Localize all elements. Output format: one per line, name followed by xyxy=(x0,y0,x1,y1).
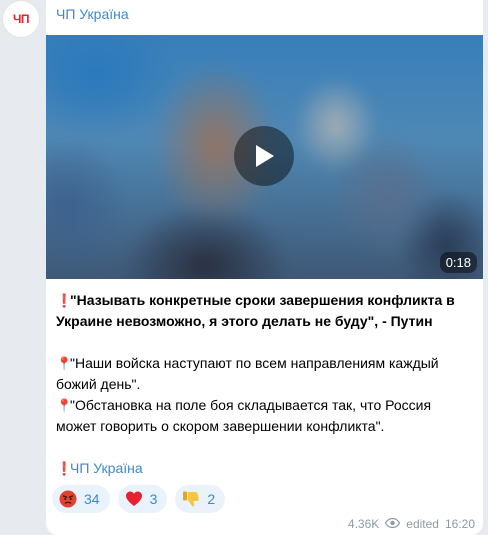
message-time: 16:20 xyxy=(444,517,475,531)
message-quote-2: "Обстановка на поле боя складывается так… xyxy=(56,397,432,434)
eye-icon xyxy=(385,517,401,531)
message-text: ❗"Называть конкретные сроки завершения к… xyxy=(56,290,468,479)
exclamation-icon: ❗ xyxy=(56,461,73,476)
channel-name[interactable]: ЧП Україна xyxy=(56,6,129,22)
reactions-bar: 34 3 2 xyxy=(52,485,226,513)
pin-icon: 📍 xyxy=(56,356,73,371)
play-button[interactable] xyxy=(234,126,294,186)
video-duration: 0:18 xyxy=(439,252,477,273)
message-headline: "Называть конкретные сроки завершения ко… xyxy=(56,292,455,329)
reaction-count: 2 xyxy=(207,491,216,507)
edited-label: edited xyxy=(406,517,439,531)
ukraine-flag-icon xyxy=(147,463,163,474)
channel-avatar[interactable]: ЧП xyxy=(2,0,40,38)
video-player[interactable]: 0:18 xyxy=(46,35,483,279)
reaction-heart[interactable]: 3 xyxy=(117,485,168,513)
view-count: 4.36K xyxy=(347,517,380,531)
reaction-count: 3 xyxy=(149,491,158,507)
avatar-text: ЧП xyxy=(12,12,30,26)
exclamation-icon: ❗ xyxy=(56,293,73,308)
message-meta: 4.36K edited 16:20 xyxy=(348,517,475,531)
message-bubble: ЧП Україна 0:18 ❗"Называть конкретные ср… xyxy=(46,0,483,535)
reaction-angry[interactable]: 34 xyxy=(52,485,110,513)
reaction-thumbs-down[interactable]: 2 xyxy=(175,485,226,513)
angry-face-icon xyxy=(58,489,78,509)
play-icon xyxy=(256,145,274,167)
thumbs-down-icon xyxy=(181,489,201,509)
pin-icon: 📍 xyxy=(56,398,73,413)
signature-link[interactable]: ЧП Україна xyxy=(70,460,143,476)
message-quote-1: "Наши войска наступают по всем направлен… xyxy=(56,355,439,392)
reaction-count: 34 xyxy=(84,491,100,507)
red-heart-icon xyxy=(124,489,144,509)
